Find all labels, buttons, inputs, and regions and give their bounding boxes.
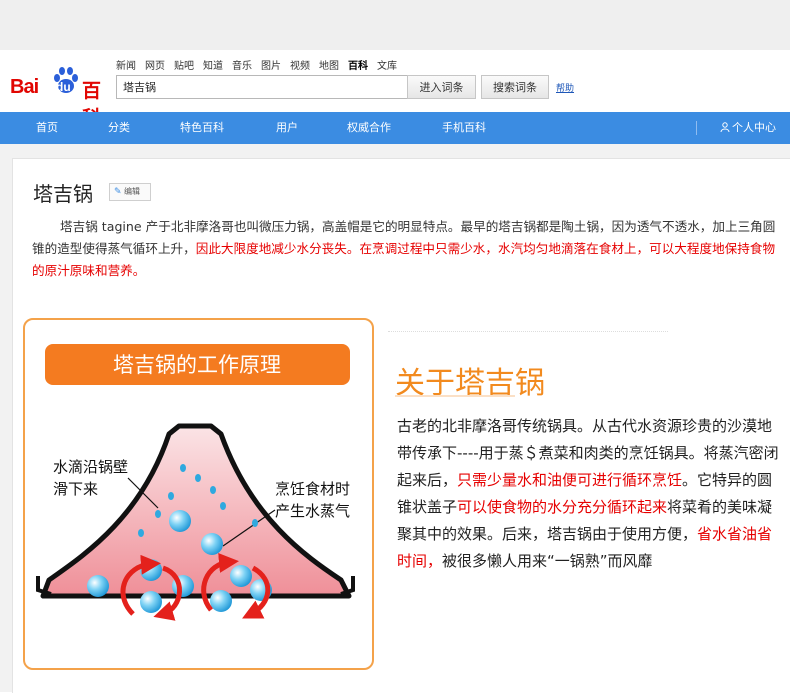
steam-bubble — [230, 565, 252, 587]
nav-category[interactable]: 分类 — [108, 112, 130, 144]
logo-du: du — [56, 80, 71, 94]
label-drip-line2: 滑下来 — [53, 480, 98, 498]
steam-bubble — [87, 575, 109, 597]
edit-button[interactable]: ✎ 编辑 — [109, 183, 151, 201]
link-baike[interactable]: 百科 — [348, 61, 368, 72]
link-images[interactable]: 图片 — [261, 61, 281, 72]
nav-partners[interactable]: 权威合作 — [347, 112, 391, 144]
nav-home[interactable]: 首页 — [36, 112, 58, 144]
label-steam-line2: 产生水蒸气 — [275, 502, 350, 520]
steam-bubble — [210, 590, 232, 612]
baidu-baike-logo[interactable]: Bai du 百科 — [10, 64, 106, 129]
user-center-link[interactable]: 个人中心 — [720, 112, 776, 144]
user-center-label: 个人中心 — [732, 121, 776, 134]
link-map[interactable]: 地图 — [319, 61, 339, 72]
enter-entry-button[interactable]: 进入词条 — [407, 75, 476, 99]
diagram-title: 塔吉锅的工作原理 — [113, 353, 281, 377]
page-title: 塔吉锅 — [33, 182, 93, 206]
user-icon — [720, 122, 730, 133]
nav-mobile[interactable]: 手机百科 — [442, 112, 486, 144]
water-drop — [195, 474, 201, 482]
intro-paragraph: 塔吉锅 tagine 产于北非摩洛哥也叫微压力锅，高盖帽是它的明显特点。最早的塔… — [32, 216, 780, 282]
search-entry-button[interactable]: 搜索词条 — [481, 75, 549, 99]
link-tieba[interactable]: 贴吧 — [174, 61, 194, 72]
edit-label: 编辑 — [124, 187, 140, 196]
about-paragraph: 古老的北非摩洛哥传统锅具。从古代水资源珍贵的沙漠地带传承下----用于蒸＄煮菜和… — [397, 413, 780, 575]
water-drop — [220, 502, 226, 510]
water-drop — [168, 492, 174, 500]
pencil-icon: ✎ — [114, 187, 122, 197]
logo-bai: Bai — [10, 76, 39, 98]
steam-bubble — [201, 533, 223, 555]
steam-bubble — [140, 559, 162, 581]
about-highlight-2: 可以使食物的水分充分循环起来 — [457, 498, 668, 516]
link-video[interactable]: 视频 — [290, 61, 310, 72]
dotted-divider — [388, 331, 668, 332]
water-drop — [210, 486, 216, 494]
tagine-diagram: 塔吉锅的工作原理 水滴沿锅壁 滑下来 烹饪食材时 产生水蒸气 — [36, 344, 355, 621]
search-input[interactable] — [121, 76, 405, 98]
steam-bubble — [169, 510, 191, 532]
nav-separator — [696, 121, 697, 135]
nav-featured[interactable]: 特色百科 — [180, 112, 224, 144]
heading-underline — [395, 395, 515, 397]
help-link[interactable]: 帮助 — [556, 81, 574, 94]
link-zhidao[interactable]: 知道 — [203, 61, 223, 72]
water-drop — [155, 510, 161, 518]
link-music[interactable]: 音乐 — [232, 61, 252, 72]
site-header: Bai du 百科 新闻网页贴吧知道音乐图片视频地图百科文库 进入词条 搜索词条… — [0, 50, 790, 129]
main-navbar: 首页 分类 特色百科 用户 权威合作 手机百科 个人中心 — [0, 112, 790, 144]
browser-top-strip — [0, 0, 790, 50]
search-box — [116, 75, 407, 99]
label-steam-line1: 烹饪食材时 — [275, 480, 350, 498]
about-highlight-1: 只需少量水和油便可进行循环烹饪 — [457, 471, 683, 489]
link-news[interactable]: 新闻 — [116, 61, 136, 72]
water-drop — [252, 519, 258, 527]
water-drop — [138, 529, 144, 537]
about-text-4: 被很多懒人用来“一锅熟”而风靡 — [442, 552, 653, 570]
water-drop — [180, 464, 186, 472]
link-wenku[interactable]: 文库 — [377, 61, 397, 72]
link-web[interactable]: 网页 — [145, 61, 165, 72]
steam-bubble — [140, 591, 162, 613]
label-drip-line1: 水滴沿锅壁 — [53, 458, 128, 476]
nav-users[interactable]: 用户 — [276, 112, 298, 144]
product-links: 新闻 网页 贴吧 知道 音乐 图片 视频 地图 百科 文库 — [116, 57, 406, 72]
